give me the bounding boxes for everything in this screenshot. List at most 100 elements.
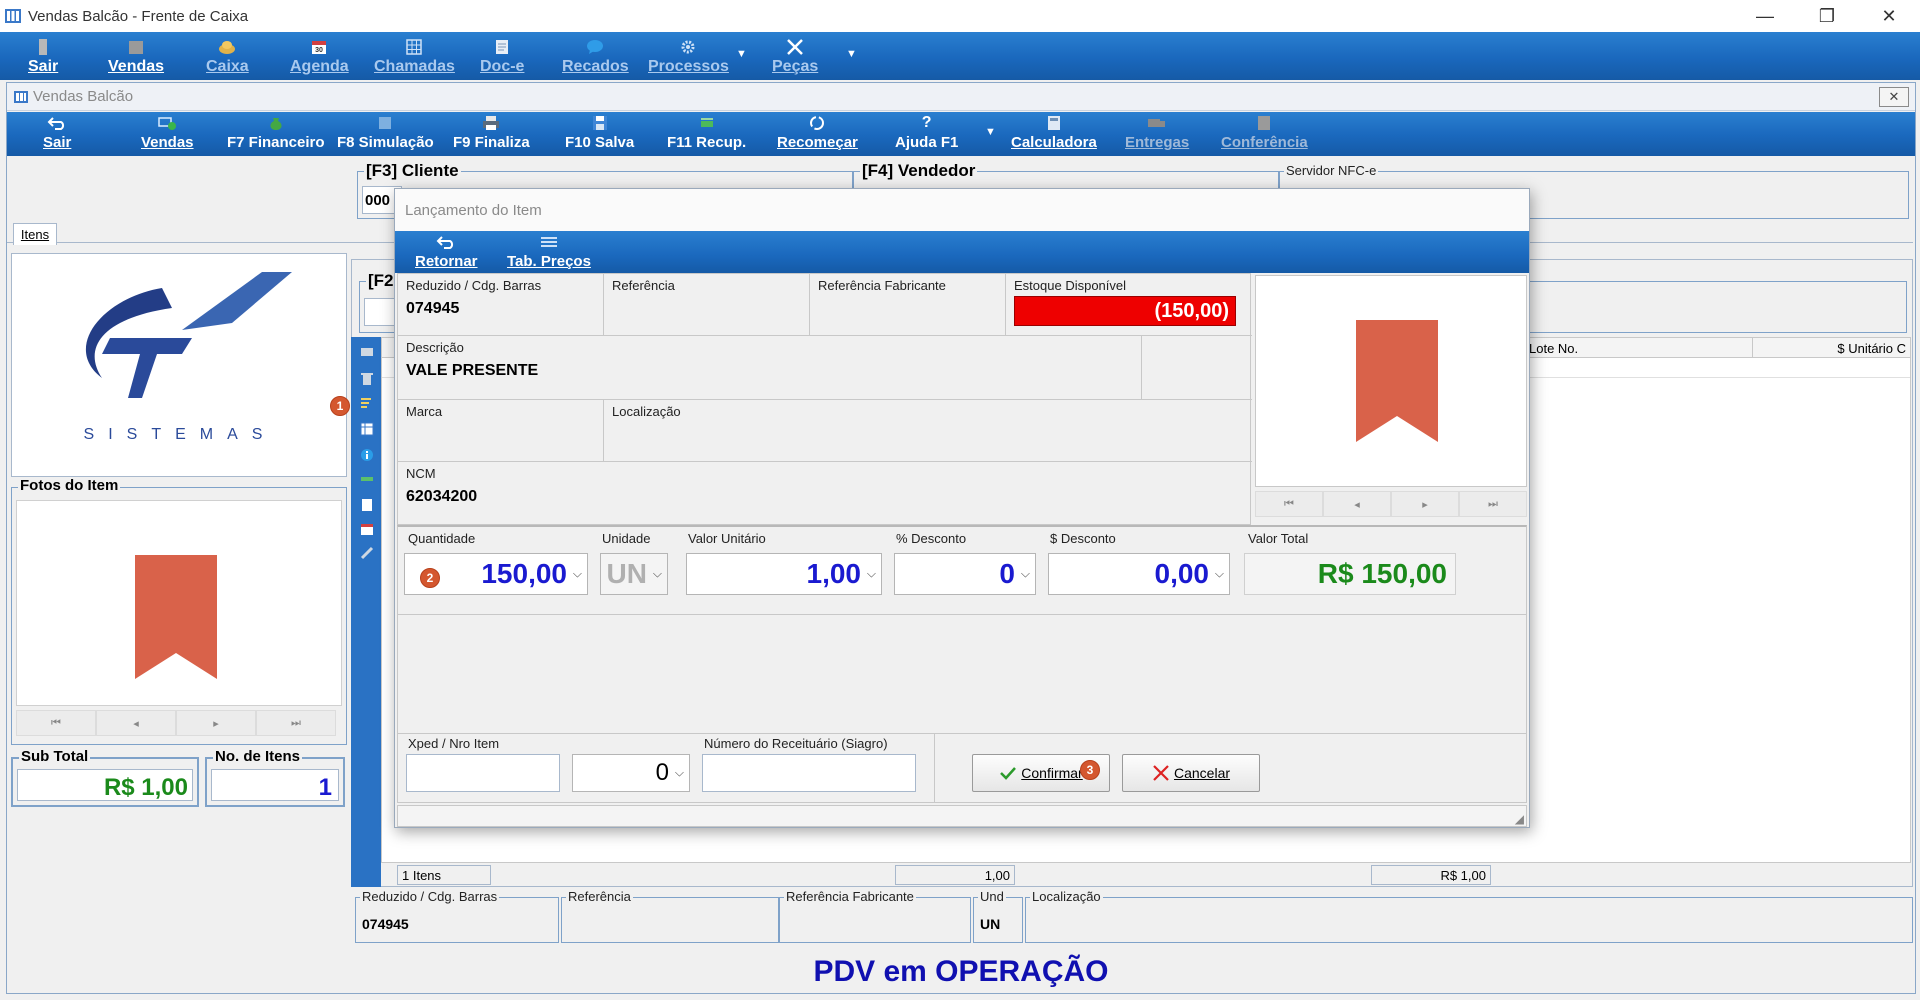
comment-icon[interactable]: [359, 345, 375, 361]
last-icon[interactable]: ⏭: [1459, 491, 1527, 517]
tb-calculadora-button[interactable]: Calculadora: [1011, 114, 1097, 151]
main-ribbon: Sair Vendas Caixa 30 Agenda Chamadas Doc…: [0, 32, 1920, 80]
tb-financeiro-button[interactable]: F7 Financeiro: [227, 114, 325, 151]
ribbon-agenda-button[interactable]: 30 Agenda: [290, 32, 349, 80]
status-item-count: 1 Itens: [397, 865, 491, 885]
ribbon-pecas-button[interactable]: Peças: [772, 32, 818, 80]
marca-cell: Marca: [398, 400, 604, 462]
sales-toolbar: Sair Vendas F7 Financeiro F8 Simulação F…: [7, 112, 1915, 156]
dialog-photo-nav: ⏮ ◂ ▸ ⏭: [1255, 491, 1527, 517]
page-icon[interactable]: [359, 497, 375, 513]
cancelar-button[interactable]: Cancelar: [1122, 754, 1260, 792]
gear-icon: [678, 38, 698, 56]
item-photo: [16, 500, 342, 706]
dialog-status-strip: ◢: [397, 805, 1527, 827]
tb-simulacao-button[interactable]: F8 Simulação: [337, 114, 434, 151]
trash-icon[interactable]: [359, 371, 375, 387]
child-close-button[interactable]: ✕: [1879, 87, 1909, 107]
ribbon-vendas-button[interactable]: Vendas: [108, 32, 164, 80]
pecas-dropdown-arrow[interactable]: ▼: [846, 48, 857, 60]
tb-entregas-button[interactable]: Entregas: [1125, 114, 1189, 151]
ref-fabricante-cell: Referência Fabricante: [810, 274, 1006, 336]
ajuda-dropdown-arrow[interactable]: ▼: [985, 126, 996, 138]
referencia-cell: Referência: [604, 274, 810, 336]
estoque-value: (150,00): [1014, 296, 1236, 326]
restore-button[interactable]: ❐: [1796, 0, 1858, 32]
child-title: Vendas Balcão: [33, 88, 134, 105]
door-icon: [33, 38, 53, 56]
reduzido-value: 074945: [406, 300, 460, 317]
desconto-combo[interactable]: 0,00 ⌵: [1048, 553, 1230, 595]
logo-panel: SISTEMAS: [11, 253, 347, 477]
first-icon[interactable]: ⏮: [1255, 491, 1323, 517]
ribbon-caixa-button[interactable]: Caixa: [206, 32, 249, 80]
window-title: Vendas Balcão - Frente de Caixa: [28, 7, 249, 25]
grid-col-lote[interactable]: Lote No.: [1524, 338, 1752, 358]
chevron-down-icon: ⌵: [652, 566, 662, 581]
edit-icon[interactable]: [359, 395, 375, 411]
bottom-und-value: UN: [980, 916, 1001, 932]
reduzido-cell: Reduzido / Cdg. Barras 074945: [398, 274, 604, 336]
next-icon[interactable]: ▸: [1391, 491, 1459, 517]
nro-item-combo[interactable]: 0 ⌵: [572, 754, 690, 792]
save-icon: [590, 114, 610, 132]
bottom-referencia-group: Referência: [561, 889, 779, 943]
tools-icon: [785, 38, 805, 56]
minus-icon[interactable]: [359, 471, 375, 487]
prev-icon[interactable]: ◂: [96, 710, 176, 736]
grid-col-unit[interactable]: $ Unitário C: [1752, 338, 1910, 358]
app-icon: [14, 90, 28, 103]
ribbon-processos-button[interactable]: Processos: [648, 32, 729, 80]
dialog-title: Lançamento do Item: [395, 189, 1529, 231]
calendar-icon[interactable]: [359, 521, 375, 537]
first-icon[interactable]: ⏮: [16, 710, 96, 736]
subtotal-group: Sub Total R$ 1,00: [11, 748, 199, 807]
tb-ajuda-button[interactable]: ? Ajuda F1: [895, 114, 958, 151]
app-icon: [5, 9, 21, 23]
document-icon: [492, 38, 512, 56]
grid-icon: [404, 38, 424, 56]
cart-add-icon: [157, 114, 177, 132]
status-total: R$ 1,00: [1371, 865, 1491, 885]
retornar-button[interactable]: Retornar: [415, 233, 478, 270]
table-icon[interactable]: [359, 421, 375, 437]
ribbon-sair-button[interactable]: Sair: [28, 32, 58, 80]
minimize-button[interactable]: —: [1734, 0, 1796, 32]
bottom-localizacao-group: Localização: [1025, 889, 1913, 943]
receituario-field[interactable]: [702, 754, 916, 792]
dialog-toolbar: Retornar Tab. Preços: [395, 231, 1529, 273]
tb-sair-button[interactable]: Sair: [43, 114, 71, 151]
xped-field[interactable]: [406, 754, 560, 792]
dialog-item-photo: [1255, 275, 1527, 487]
info-icon[interactable]: [359, 447, 375, 463]
ribbon-recados-button[interactable]: Recados: [562, 32, 629, 80]
ribbon-chamadas-button[interactable]: Chamadas: [374, 32, 455, 80]
tools-icon[interactable]: [359, 545, 375, 561]
tb-recup-button[interactable]: F11 Recup.: [667, 114, 746, 151]
prev-icon[interactable]: ◂: [1323, 491, 1391, 517]
lancamento-item-dialog: Lançamento do Item Retornar Tab. Preços …: [394, 188, 1530, 828]
tb-finaliza-button[interactable]: F9 Finaliza: [453, 114, 530, 151]
valor-unitario-combo[interactable]: 1,00 ⌵: [686, 553, 882, 595]
tb-salva-button[interactable]: F10 Salva: [565, 114, 634, 151]
pct-desconto-combo[interactable]: 0 ⌵: [894, 553, 1036, 595]
processos-dropdown-arrow[interactable]: ▼: [736, 48, 747, 60]
unidade-combo[interactable]: UN ⌵: [600, 553, 668, 595]
last-icon[interactable]: ⏭: [256, 710, 336, 736]
next-icon[interactable]: ▸: [176, 710, 256, 736]
ribbon-doce-button[interactable]: Doc-e: [480, 32, 524, 80]
bookmark-icon: [1356, 320, 1438, 442]
chevron-down-icon: ⌵: [674, 765, 684, 780]
close-button[interactable]: ✕: [1858, 0, 1920, 32]
tb-recomecar-button[interactable]: Recomeçar: [777, 114, 858, 151]
photo-nav: ⏮ ◂ ▸ ⏭: [16, 710, 336, 736]
tb-conferencia-button[interactable]: Conferência: [1221, 114, 1308, 151]
truck-icon: [1147, 114, 1167, 132]
localizacao-cell: Localização: [604, 400, 1252, 462]
tab-itens[interactable]: Itens: [13, 223, 57, 245]
chevron-down-icon: ⌵: [572, 566, 582, 581]
tb-vendas-button[interactable]: Vendas: [141, 114, 194, 151]
list-icon: [539, 233, 559, 251]
resize-grip-icon[interactable]: ◢: [1515, 812, 1524, 826]
tab-precos-button[interactable]: Tab. Preços: [507, 233, 591, 270]
